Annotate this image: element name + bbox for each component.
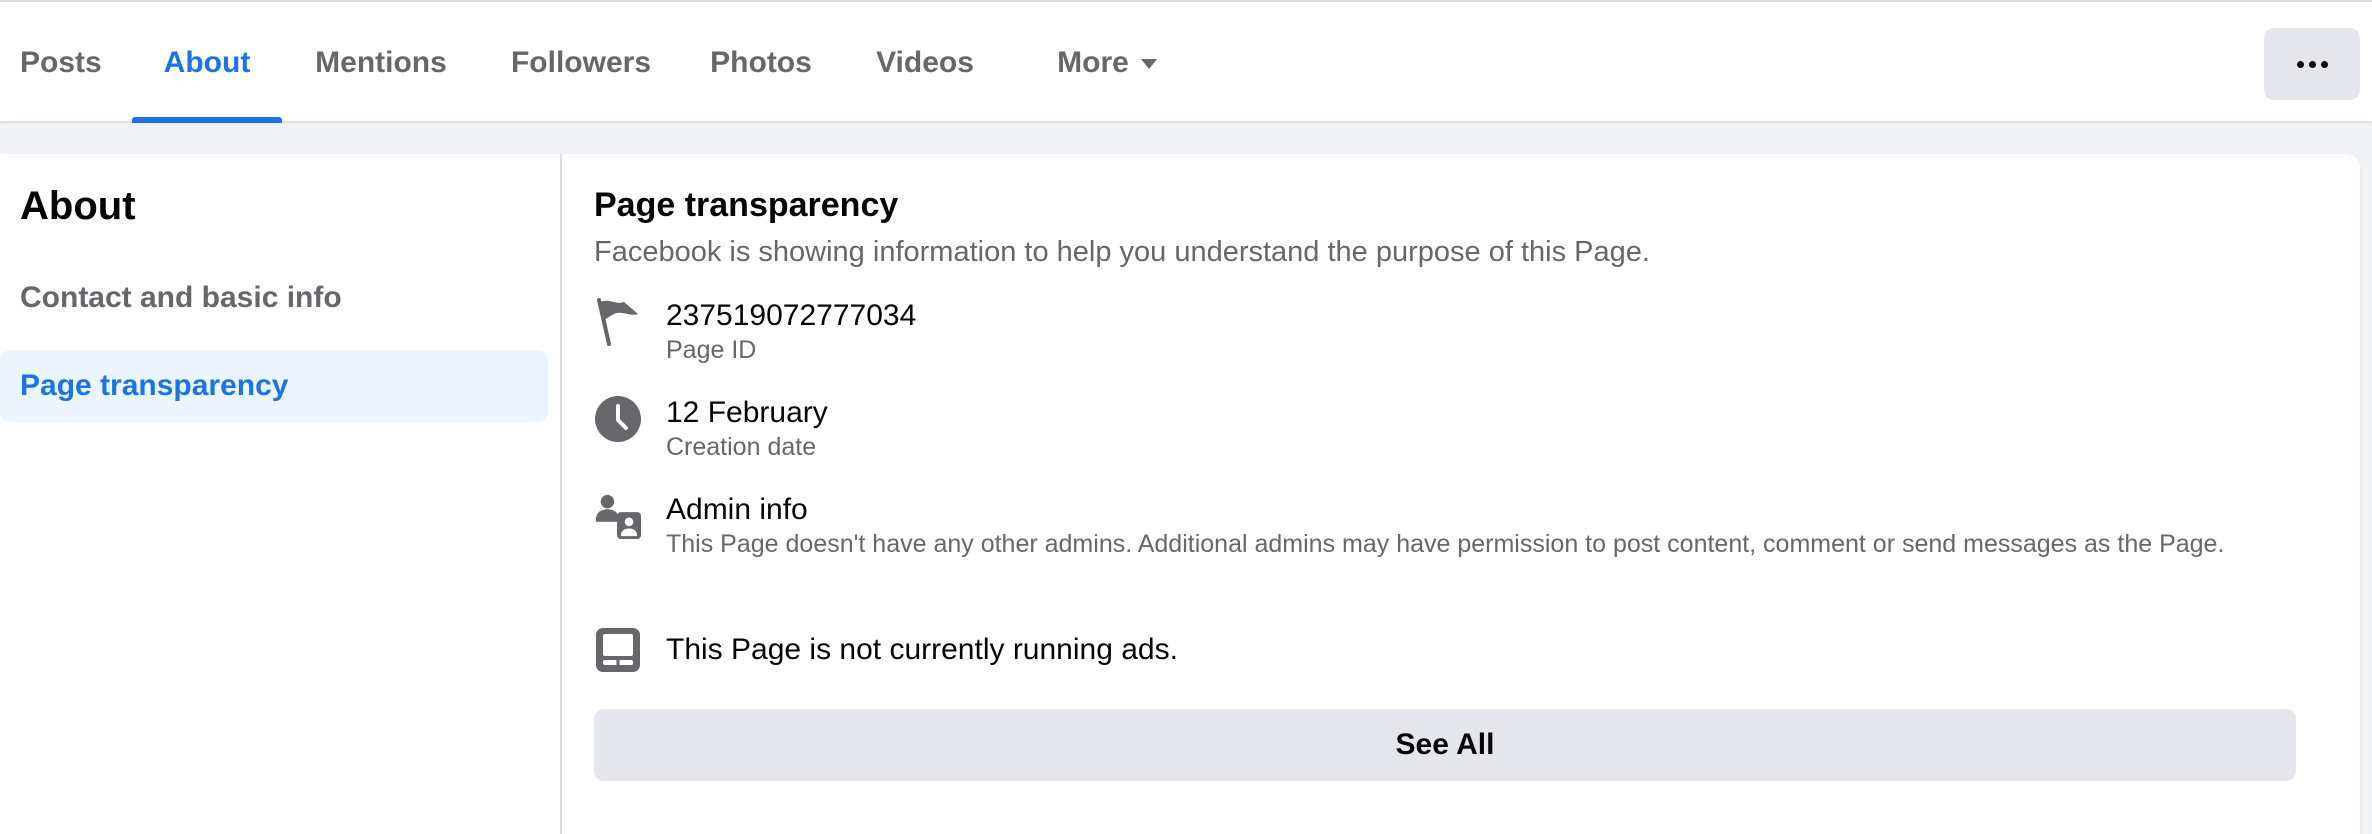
sidebar-item-page-transparency[interactable]: Page transparency [0,350,548,422]
section-title: Page transparency [594,186,899,224]
admin-info-description: This Page doesn't have any other admins.… [666,530,2225,558]
ads-status-text: This Page is not currently running ads. [666,633,1178,666]
tab-photos[interactable]: Photos [696,2,826,123]
creation-date-label: Creation date [666,433,817,461]
tab-label: Followers [510,45,652,79]
sidebar-item-label: Page transparency [20,369,289,402]
tab-label: Mentions [315,45,447,79]
tab-posts[interactable]: Posts [0,2,120,123]
about-sidebar-title: About [20,184,136,228]
see-all-label: See All [1395,728,1495,761]
sidebar-item-contact-basic-info[interactable]: Contact and basic info [0,262,548,334]
sidebar-item-label: Contact and basic info [20,281,342,314]
section-description: Facebook is showing information to help … [594,236,1650,268]
page-id-value: 237519072777034 [666,299,917,332]
tab-mentions[interactable]: Mentions [296,2,466,123]
see-all-button[interactable]: See All [594,709,2296,781]
info-row-ads-status: This Page is not currently running ads. [594,626,2294,686]
tab-label: Posts [20,45,102,79]
active-tab-indicator [132,117,282,123]
flag-icon [594,298,642,346]
tab-about[interactable]: About [132,2,282,123]
caret-down-icon [1140,58,1157,69]
more-options-button[interactable] [2264,28,2360,100]
admin-info-title: Admin info [666,493,808,526]
clock-icon [594,395,642,443]
tab-label: Photos [710,45,812,79]
tab-label: More [1057,45,1129,79]
info-row-page-id: 237519072777034 Page ID [594,298,2294,378]
page-tab-bar: Posts About Mentions Followers Photos Vi… [0,0,2372,123]
tab-more-dropdown[interactable]: More [1022,2,1192,123]
about-card: About Contact and basic info Page transp… [0,154,2360,834]
info-row-admin-info: Admin info This Page doesn't have any ot… [594,492,2294,602]
tab-label: About [163,45,251,79]
more-horizontal-icon [2296,60,2328,68]
tab-followers[interactable]: Followers [496,2,666,123]
column-divider [560,154,562,834]
info-row-creation-date: 12 February Creation date [594,395,2294,475]
ads-screen-icon [594,626,642,674]
admin-people-icon [594,492,642,540]
tab-label: Videos [876,45,974,79]
creation-date-value: 12 February [666,396,828,429]
page-id-label: Page ID [666,336,757,364]
tab-videos[interactable]: Videos [860,2,990,123]
